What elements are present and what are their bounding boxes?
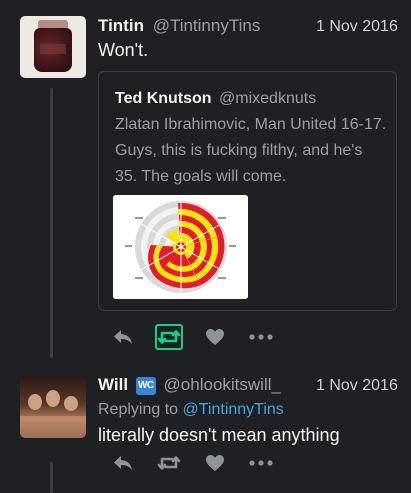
tweet-header: Tintin @TintinnyTins: [98, 16, 260, 36]
retweet-icon: [157, 456, 181, 470]
quoted-user-handle: @mixedknuts: [219, 90, 317, 107]
replying-to-mention[interactable]: @TintinnyTins: [183, 401, 284, 418]
user-handle[interactable]: @TintinnyTins: [153, 16, 261, 35]
quoted-tweet[interactable]: Ted Knutson @mixedknuts Zlatan Ibrahimov…: [98, 71, 397, 311]
heart-icon: [206, 455, 224, 471]
radar-chart-image: [113, 195, 248, 299]
tweet-text: literally doesn't mean anything: [98, 425, 340, 445]
tweet[interactable]: Will WC @ohlookitswill_ 1 Nov 2016 Reply…: [0, 365, 411, 493]
quoted-display-name: Ted Knutson: [115, 90, 212, 107]
more-button[interactable]: [238, 324, 284, 350]
tweet-actions: [100, 450, 284, 476]
retweet-button[interactable]: [146, 450, 192, 476]
reply-button[interactable]: [100, 324, 146, 350]
reply-button[interactable]: [100, 450, 146, 476]
tweet[interactable]: Tintin @TintinnyTins 1 Nov 2016 Won't. T…: [0, 0, 411, 365]
heart-icon: [206, 329, 224, 345]
display-name[interactable]: Tintin: [98, 16, 144, 35]
verified-badge: WC: [135, 377, 156, 395]
tweet-header: Will WC @ohlookitswill_: [98, 375, 281, 395]
avatar[interactable]: [20, 376, 86, 438]
more-button[interactable]: [238, 450, 284, 476]
reply-icon: [114, 330, 132, 344]
retweet-button[interactable]: [146, 324, 192, 350]
retweet-active-box: [155, 324, 183, 350]
quoted-tweet-text: Zlatan Ibrahimovic, Man United 16-17. Gu…: [115, 116, 387, 185]
more-icon: [249, 334, 273, 340]
replying-to-prefix: Replying to: [98, 401, 179, 418]
avatar[interactable]: [20, 16, 86, 78]
like-button[interactable]: [192, 450, 238, 476]
user-handle[interactable]: @ohlookitswill_: [164, 375, 281, 394]
replying-to: Replying to @TintinnyTins: [98, 401, 284, 419]
tweet-date[interactable]: 1 Nov 2016: [316, 18, 398, 36]
like-button[interactable]: [192, 324, 238, 350]
retweet-icon: [158, 330, 180, 344]
quoted-tweet-header: Ted Knutson @mixedknuts: [115, 90, 316, 108]
more-icon: [249, 460, 273, 466]
display-name[interactable]: Will: [98, 375, 128, 394]
tweet-text: Won't.: [98, 40, 149, 60]
quoted-media-image[interactable]: [113, 195, 248, 299]
tweet-actions: [100, 324, 284, 350]
reply-icon: [114, 456, 132, 470]
tweet-date[interactable]: 1 Nov 2016: [316, 377, 398, 395]
